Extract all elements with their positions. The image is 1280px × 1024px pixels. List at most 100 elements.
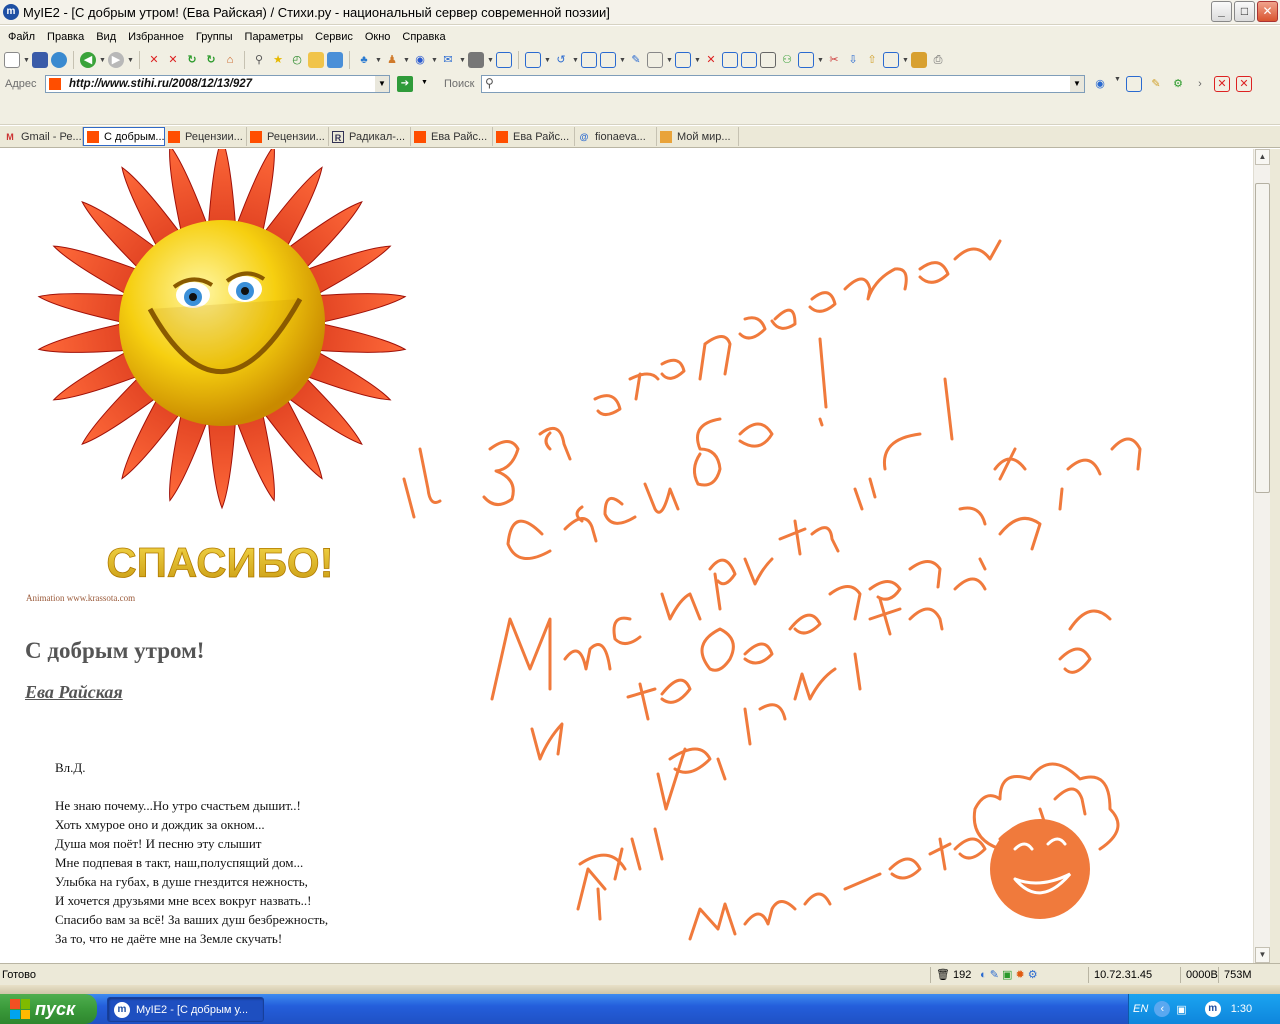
scroll-down-icon[interactable]: ▼ — [1255, 947, 1270, 963]
favorites-star-icon[interactable]: ★ — [270, 52, 286, 68]
chevron-down-icon[interactable]: ▼ — [127, 57, 134, 64]
page-icon[interactable] — [647, 52, 663, 68]
chevron-right-icon[interactable]: › — [1192, 76, 1208, 92]
flash-icon[interactable]: ✹ — [1015, 969, 1024, 981]
chevron-down-icon[interactable]: ▼ — [375, 76, 389, 92]
columns-icon[interactable] — [883, 52, 899, 68]
image-icon[interactable] — [581, 52, 597, 68]
chevron-down-icon[interactable]: ▼ — [1114, 76, 1121, 92]
tab-gmail[interactable]: M Gmail - Ре... — [1, 127, 83, 146]
chevron-down-icon[interactable]: ▼ — [902, 57, 909, 64]
chevron-down-icon[interactable]: ▼ — [23, 57, 30, 64]
tab-my-world[interactable]: Мой мир... — [657, 127, 739, 146]
settings-icon[interactable]: ⚙ — [1028, 969, 1038, 981]
tab-good-morning[interactable]: С добрым... — [83, 127, 165, 146]
menu-favorites[interactable]: Избранное — [122, 31, 190, 43]
search-icon[interactable]: ⚲ — [251, 52, 267, 68]
menu-edit[interactable]: Правка — [41, 31, 90, 43]
chevron-down-icon[interactable]: ▼ — [487, 57, 494, 64]
save-icon[interactable] — [32, 52, 48, 68]
clean-icon[interactable]: ⚙ — [1170, 76, 1186, 92]
tree-icon[interactable]: ♣ — [356, 52, 372, 68]
text-size-icon[interactable] — [525, 52, 541, 68]
window-icon[interactable] — [496, 52, 512, 68]
chevron-down-icon[interactable]: ▼ — [694, 57, 701, 64]
chevron-down-icon[interactable]: ▼ — [817, 57, 824, 64]
close-search-icon[interactable]: ✕ — [1214, 76, 1230, 92]
print-icon[interactable]: ⎙ — [930, 52, 946, 68]
menu-view[interactable]: Вид — [90, 31, 122, 43]
maximize-button[interactable]: □ — [1234, 1, 1255, 22]
close-button[interactable]: ✕ — [1257, 1, 1278, 22]
blocked-popups[interactable]: 🗑 192 — [930, 967, 971, 983]
tab-reviews-1[interactable]: Рецензии... — [165, 127, 247, 146]
minimize-button[interactable]: _ — [1211, 1, 1232, 22]
tab-eva-2[interactable]: Ева Райс... — [493, 127, 575, 146]
proxy-icon[interactable] — [468, 52, 484, 68]
chevron-down-icon[interactable]: ▼ — [403, 57, 410, 64]
history-icon[interactable]: ◴ — [289, 52, 305, 68]
chevron-down-icon[interactable]: ▼ — [431, 57, 438, 64]
chevron-down-icon[interactable]: ▼ — [421, 79, 428, 86]
refresh-icon[interactable]: ↻ — [184, 52, 200, 68]
screen-icon[interactable] — [798, 52, 814, 68]
collector-icon[interactable] — [327, 52, 343, 68]
mail-icon[interactable]: ✉ — [440, 52, 456, 68]
forward-icon[interactable]: ▶ — [108, 52, 124, 68]
image-toggle-icon[interactable]: ▣ — [1002, 969, 1012, 981]
author-link[interactable]: Ева Райская — [25, 682, 123, 703]
home-icon[interactable]: ⌂ — [222, 52, 238, 68]
close-all-icon[interactable]: ✕ — [1236, 76, 1252, 92]
network-icon[interactable]: ⚇ — [779, 52, 795, 68]
brush-icon[interactable]: ✎ — [990, 969, 999, 981]
find-in-page-icon[interactable] — [1126, 76, 1142, 92]
tab-eva-1[interactable]: Ева Райс... — [411, 127, 493, 146]
taskbar-item-myie2[interactable]: m MyIE2 - [С добрым у... — [107, 997, 264, 1022]
chevron-down-icon[interactable]: ▼ — [572, 57, 579, 64]
page-content[interactable]: СПАСИБО! Animation www.krassota.com С до… — [0, 149, 1253, 963]
chevron-down-icon[interactable]: ▼ — [459, 57, 466, 64]
layout-icon[interactable] — [600, 52, 616, 68]
menu-options[interactable]: Параметры — [239, 31, 310, 43]
close-page-icon[interactable]: ✕ — [703, 52, 719, 68]
upload-icon[interactable]: ⇧ — [864, 52, 880, 68]
script-icon[interactable]: ◐ — [980, 969, 987, 981]
address-input[interactable]: http://www.stihi.ru/2008/12/13/927 ▼ — [45, 75, 390, 93]
folder-icon[interactable] — [308, 52, 324, 68]
address-url[interactable]: http://www.stihi.ru/2008/12/13/927 — [69, 78, 252, 90]
vertical-scrollbar[interactable]: ▲ ▼ — [1253, 149, 1270, 963]
search-input[interactable]: ⚲ ▼ — [481, 75, 1085, 93]
scroll-thumb[interactable] — [1255, 183, 1270, 493]
scroll-up-icon[interactable]: ▲ — [1255, 149, 1270, 165]
undo-icon[interactable]: ↺ — [553, 52, 569, 68]
highlight-icon[interactable]: ✎ — [1148, 76, 1164, 92]
copy-icon[interactable] — [722, 52, 738, 68]
refresh-all-icon[interactable]: ↻ — [203, 52, 219, 68]
window-titlebar[interactable]: m MyIE2 - [С добрым утром! (Ева Райская)… — [0, 0, 1280, 25]
download-icon[interactable]: ⇩ — [845, 52, 861, 68]
tools-icon[interactable]: ✂ — [826, 52, 842, 68]
print-preview-icon[interactable] — [760, 52, 776, 68]
network-tray-icon[interactable]: ▣ — [1176, 1003, 1186, 1016]
menu-tools[interactable]: Сервис — [309, 31, 359, 43]
new-page-icon[interactable] — [4, 52, 20, 68]
stop-icon[interactable]: ✕ — [146, 52, 162, 68]
language-indicator[interactable]: EN — [1133, 1003, 1148, 1015]
web-icon[interactable]: ◉ — [412, 52, 428, 68]
chevron-down-icon[interactable]: ▼ — [99, 57, 106, 64]
paste-icon[interactable] — [741, 52, 757, 68]
tray-expand-icon[interactable]: ‹ — [1154, 1001, 1171, 1017]
chevron-down-icon[interactable]: ▼ — [666, 57, 673, 64]
tab-fionaeva[interactable]: @ fionaeva... — [575, 127, 657, 146]
myie2-tray-icon[interactable]: m — [1204, 1001, 1221, 1017]
menu-window[interactable]: Окно — [359, 31, 397, 43]
panel-icon[interactable] — [675, 52, 691, 68]
chevron-down-icon[interactable]: ▼ — [375, 57, 382, 64]
globe-icon[interactable] — [51, 52, 67, 68]
menu-file[interactable]: Файл — [2, 31, 41, 43]
save-page-icon[interactable] — [911, 52, 927, 68]
menu-help[interactable]: Справка — [396, 31, 451, 43]
users-icon[interactable]: ♟ — [384, 52, 400, 68]
edit-icon[interactable]: ✎ — [628, 52, 644, 68]
start-button[interactable]: пуск — [0, 994, 97, 1024]
